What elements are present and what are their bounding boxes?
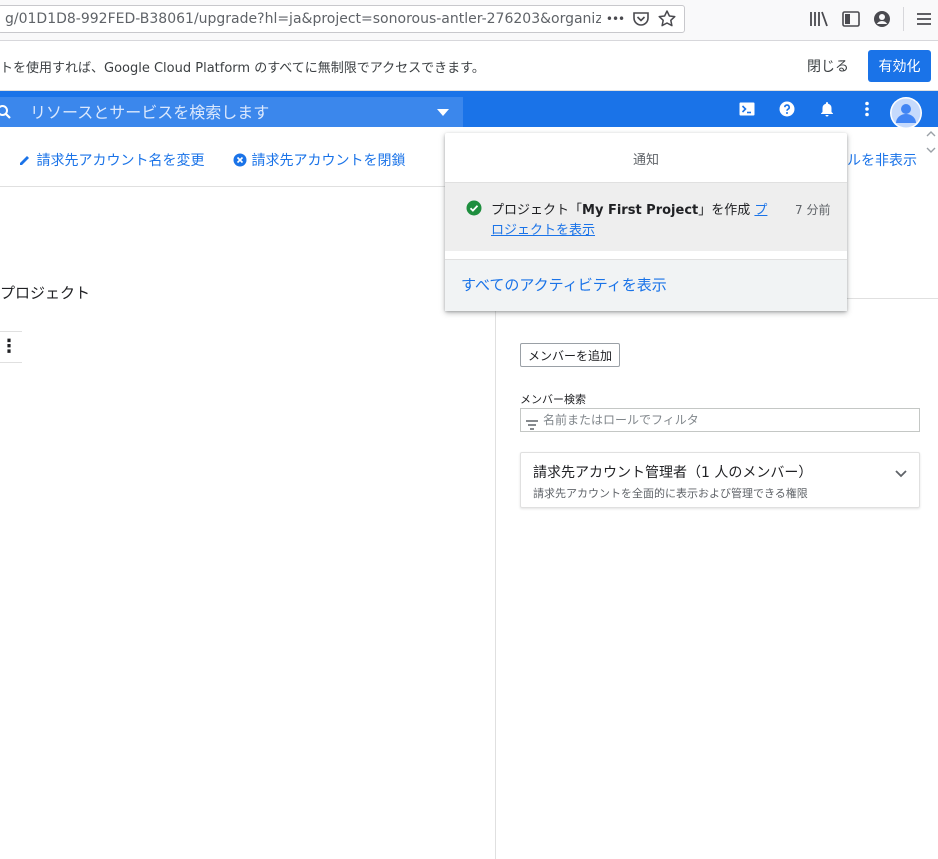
close-account-action[interactable]: 請求先アカウントを閉鎖	[233, 150, 405, 170]
view-all-activity-row[interactable]: すべてのアクティビティを表示	[445, 260, 847, 311]
toolbar-divider	[903, 7, 904, 31]
console-header	[0, 91, 938, 130]
projects-heading: プロジェクト	[0, 284, 91, 302]
notification-item[interactable]: プロジェクト「My First Project」を作成 プロジェクトを表示 7 …	[445, 183, 847, 251]
notifications-divider	[445, 251, 847, 260]
user-avatar-icon[interactable]	[889, 96, 923, 130]
chevron-down-icon[interactable]	[893, 465, 909, 481]
pocket-icon[interactable]	[630, 8, 652, 30]
notification-text-suffix: 」を作成	[698, 203, 751, 218]
library-icon[interactable]	[807, 7, 831, 31]
notifications-title: 通知	[632, 153, 659, 168]
notifications-bell-icon[interactable]	[815, 97, 839, 121]
scroll-up-icon[interactable]	[926, 130, 938, 144]
table-divider	[0, 331, 22, 332]
banner-message: トを使用すれば、Google Cloud Platform のすべてに無制限でア…	[0, 61, 485, 76]
bookmark-star-icon[interactable]	[656, 8, 678, 30]
scroll-down-icon[interactable]	[926, 146, 938, 160]
more-vertical-icon[interactable]	[855, 97, 879, 121]
search-dropdown-icon[interactable]	[437, 109, 449, 116]
account-icon[interactable]	[870, 7, 894, 31]
search-input[interactable]	[20, 97, 420, 127]
close-circle-icon	[233, 153, 247, 167]
page-actions-icon[interactable]: •••	[603, 7, 627, 31]
edit-pencil-icon	[18, 153, 32, 167]
browser-toolbar: g/01D1D8-992FED-B38061/upgrade?hl=ja&pro…	[0, 0, 938, 41]
role-title: 請求先アカウント管理者（1 人のメンバー）	[533, 465, 813, 481]
member-filter-box[interactable]	[520, 408, 920, 432]
notification-time: 7 分前	[795, 203, 831, 217]
search-icon	[0, 104, 12, 120]
row-more-icon[interactable]: ⋮	[0, 337, 18, 357]
url-text: g/01D1D8-992FED-B38061/upgrade?hl=ja&pro…	[5, 11, 601, 27]
notification-text-prefix: プロジェクト「	[491, 203, 583, 218]
help-icon[interactable]	[775, 97, 799, 121]
add-member-button[interactable]: メンバーを追加	[520, 343, 620, 367]
filter-icon	[526, 415, 538, 430]
notifications-panel: 通知 プロジェクト「My First Project」を作成 プロジェクトを表示…	[445, 133, 847, 311]
activate-button[interactable]: 有効化	[868, 50, 931, 82]
notification-project-name: My First Project	[582, 203, 699, 218]
view-all-activity-link[interactable]: すべてのアクティビティを表示	[461, 274, 667, 295]
dismiss-button[interactable]: 閉じる	[797, 50, 859, 82]
search-box[interactable]	[0, 97, 463, 127]
table-divider	[0, 362, 22, 363]
close-account-label: 請求先アカウントを閉鎖	[251, 153, 406, 169]
cloud-shell-icon[interactable]	[735, 97, 759, 121]
member-filter-input[interactable]	[543, 409, 913, 431]
hide-panel-action[interactable]: ルを非表示	[847, 150, 917, 170]
role-description: 請求先アカウントを全面的に表示および管理できる権限	[533, 487, 808, 500]
member-search-label: メンバー検索	[520, 393, 586, 406]
hamburger-menu-icon[interactable]	[912, 7, 936, 31]
notification-message: プロジェクト「My First Project」を作成 プロジェクトを表示	[491, 201, 771, 241]
trial-banner: トを使用すれば、Google Cloud Platform のすべてに無制限でア…	[0, 41, 938, 91]
success-check-icon	[466, 200, 482, 216]
sidebar-icon[interactable]	[839, 7, 863, 31]
rename-account-action[interactable]: 請求先アカウント名を変更	[18, 150, 204, 170]
role-card[interactable]: 請求先アカウント管理者（1 人のメンバー） 請求先アカウントを全面的に表示および…	[520, 452, 920, 508]
url-bar[interactable]: g/01D1D8-992FED-B38061/upgrade?hl=ja&pro…	[0, 5, 685, 33]
rename-account-label: 請求先アカウント名を変更	[36, 153, 205, 169]
